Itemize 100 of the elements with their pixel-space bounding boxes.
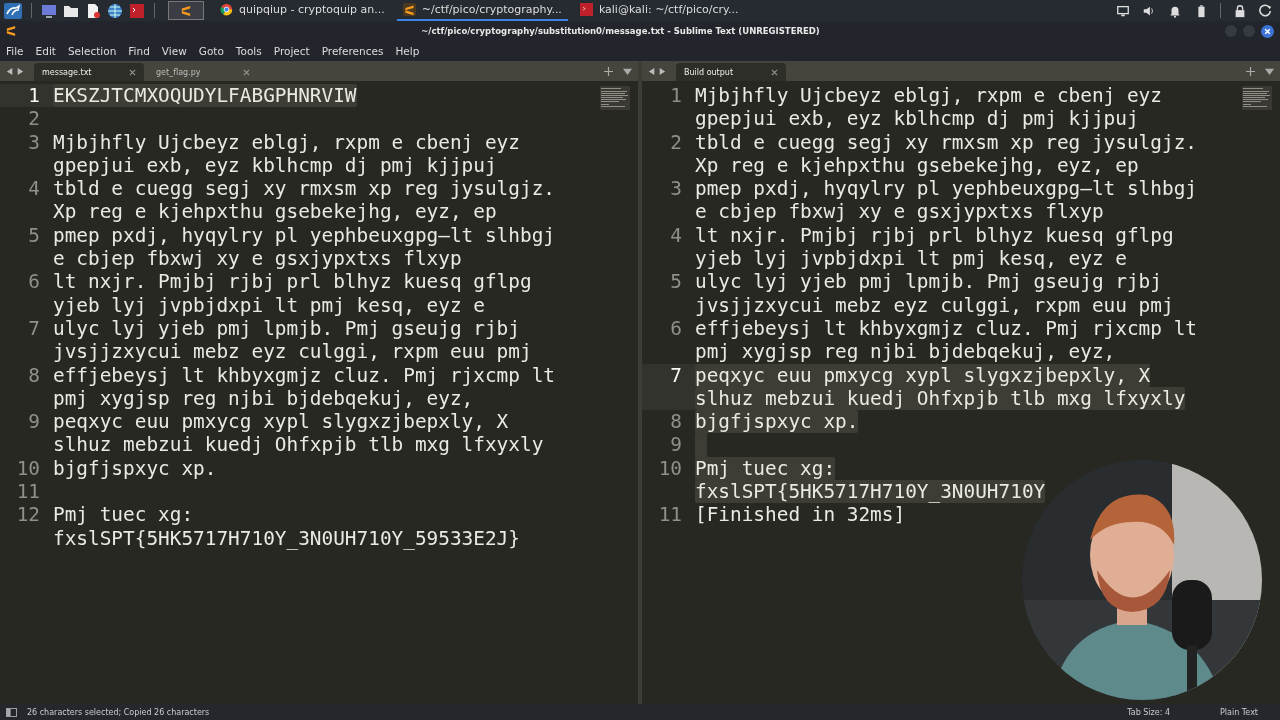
code-text: Mjbjhfly Ujcbeyz eblgj, rxpm e cbenj eyz [695,84,1162,107]
syntax-indicator[interactable]: Plain Text [1220,707,1258,717]
taskbar-window-button[interactable]: quipqiup - cryptoquip an... [214,0,391,21]
terminal-icon[interactable] [129,2,145,19]
code-text: Pmj tuec xg: [53,503,194,527]
plus-icon[interactable] [604,66,613,76]
line-number: 7 [27,316,41,342]
line-number: 3 [27,130,41,156]
menu-item[interactable]: Preferences [321,45,384,57]
navigation-arrows-icon[interactable] [648,66,666,76]
code-text: slhuz mebzui kuedj Ohfxpjb tlb mxg lfxyxly [53,433,544,457]
code-text: [Finished in 32ms] [695,503,906,527]
line-number: 1 [0,84,53,108]
code-text: pmj xygjsp reg njbi bjdebqekuj, eyz, [695,340,1116,364]
line-number: 9 [669,433,683,457]
code-text: jvsjjzxycui mebz eyz culggi, rxpm euu pmj [53,340,532,364]
dropdown-caret-icon[interactable] [623,66,632,76]
code-text: gpepjui exb, eyz kblhcmp dj pmj kjjpuj [53,153,497,177]
dragon-icon[interactable] [4,2,22,19]
chrome-icon [220,3,233,16]
code-text: tbld e cuegg segj xy rmxsm xp reg jysulgjz. [53,177,555,201]
code-text: peqxyc euu pmxycg xypl slygxzjbepxly, X [53,410,509,434]
menu-item[interactable]: View [161,45,187,57]
status-message: 26 characters selected; Copied 26 characters [27,707,210,717]
code-text: pmep pxdj, hyqylry pl yephbeuxgpg—lt slhbgj [695,177,1197,201]
menu-item[interactable]: Tools [235,45,262,57]
sublime-button[interactable] [168,1,204,20]
file-tab[interactable]: Build output [676,63,786,81]
code-text: lt nxjr. Pmjbj rjbj prl blhyz kuesq gflpg [53,270,532,294]
lock-icon[interactable] [1233,3,1247,18]
line-number: 10 [15,456,41,481]
navigation-arrows-icon[interactable] [6,66,24,76]
line-number: 5 [27,223,41,249]
file-tab[interactable]: message.txt [34,63,144,81]
code-text: e cbjep fbxwj xy e gsxjypxtxs flxyp [53,247,462,271]
line-number: 7 [642,363,695,411]
line-number: 6 [27,270,41,296]
power-icon[interactable] [1259,3,1273,18]
code-text: jvsjjzxycui mebz eyz culggi, rxpm euu pmj [695,293,1174,317]
code-text: e cbjep fbxwj xy e gsxjypxtxs flxyp [695,200,1104,224]
code-text: fxslSPT{5HK5717H710Y_3N0UH710Y_59533E2J} [53,526,520,550]
code-text: effjebeysj lt khbyxgmjz cluz. Pmj rjxcmp lt [53,363,555,387]
line-number: 1 [669,84,683,109]
globe-icon[interactable] [107,2,123,19]
code-text: lt nxjr. Pmjbj rjbj prl blhyz kuesq gflpg [695,223,1174,247]
menu-item[interactable]: Edit [35,45,56,57]
sublime-icon [181,4,191,17]
line-number: 10 [657,456,683,482]
menu-item[interactable]: Project [273,45,310,57]
code-text: tbld e cuegg segj xy rmxsm xp reg jysulgjz. [695,130,1197,154]
line-number: 4 [669,223,683,249]
sublime-icon [402,3,416,16]
line-number: 2 [669,130,683,156]
code-text: ulyc lyj yjeb pmj lpmjb. Pmj gseujg rjbj [53,316,520,340]
file-tab[interactable]: get_flag.py [148,63,258,81]
menu-item[interactable]: Find [128,45,150,57]
menu-item[interactable]: Goto [198,45,224,57]
code-text: pmep pxdj, hyqylry pl yephbeuxgpg—lt slhbgj [53,223,555,247]
menu-item[interactable]: Selection [67,45,117,57]
line-number: 5 [669,270,683,296]
monitor-icon[interactable] [41,2,57,19]
line-number: 11 [657,503,683,527]
close-icon[interactable] [1261,24,1274,38]
minimap-drawing[interactable] [600,86,630,110]
line-number: 8 [27,363,41,389]
taskbar-window-button[interactable]: kali@kali: ~/ctf/pico/cry... [573,0,745,21]
code-text: fxslSPT{5HK5717H710Y_3N0UH710Y [695,480,1046,504]
code-text: Xp reg e kjehpxthu gsebekejhg, eyz, ep [695,153,1139,177]
menu-item[interactable]: File [6,45,24,57]
sublime-icon [6,25,16,37]
menu-item[interactable]: Help [395,45,420,57]
code-text: pmj xygjsp reg njbi bjdebqekuj, eyz, [53,386,474,410]
code-text: gpepjui exb, eyz kblhcmp dj pmj kjjpuj [695,107,1139,131]
code-text: slhuz mebzui kuedj Ohfxpjb tlb mxg lfxyxly [695,386,1186,410]
line-number: 12 [15,503,41,529]
line-number: 8 [669,410,683,434]
panel-toggle-icon[interactable] [6,707,17,717]
plus-icon[interactable] [1246,66,1255,76]
line-number: 11 [15,480,41,504]
code-text: bjgfjspxyc xp. [53,456,217,480]
line-number: 6 [669,316,683,342]
line-number: 3 [669,177,683,203]
terminal-icon [579,3,593,16]
code-text: Pmj tuec xg: [695,456,836,480]
window-title: ~/ctf/pico/cryptography/substitution0/message.txt - Sublime Text (UNREGISTERED) [420,26,821,36]
dropdown-caret-icon[interactable] [1265,66,1274,76]
line-number: 9 [27,410,41,436]
document-icon[interactable] [85,2,101,19]
code-text: yjeb lyj jvpbjdxpi lt pmj kesq, eyz e [53,293,485,317]
code-text: Xp reg e kjehpxthu gsebekejhg, eyz, ep [53,200,497,224]
tab-size-indicator[interactable]: Tab Size: 4 [1127,707,1171,717]
code-text: peqxyc euu pmxycg xypl slygxzjbepxly, X [695,363,1151,387]
code-text: ulyc lyj yjeb pmj lpmjb. Pmj gseujg rjbj [695,270,1162,294]
line-number: 4 [27,177,41,203]
line-number: 2 [27,107,41,131]
display-icon[interactable] [1116,3,1130,18]
code-text: effjebeysj lt khbyxgmjz cluz. Pmj rjxcmp lt [695,316,1197,340]
code-text: yjeb lyj jvpbjdxpi lt pmj kesq, eyz e [695,247,1127,271]
minimap-drawing[interactable] [1242,86,1272,110]
code-text: bjgfjspxyc xp. [695,410,859,434]
